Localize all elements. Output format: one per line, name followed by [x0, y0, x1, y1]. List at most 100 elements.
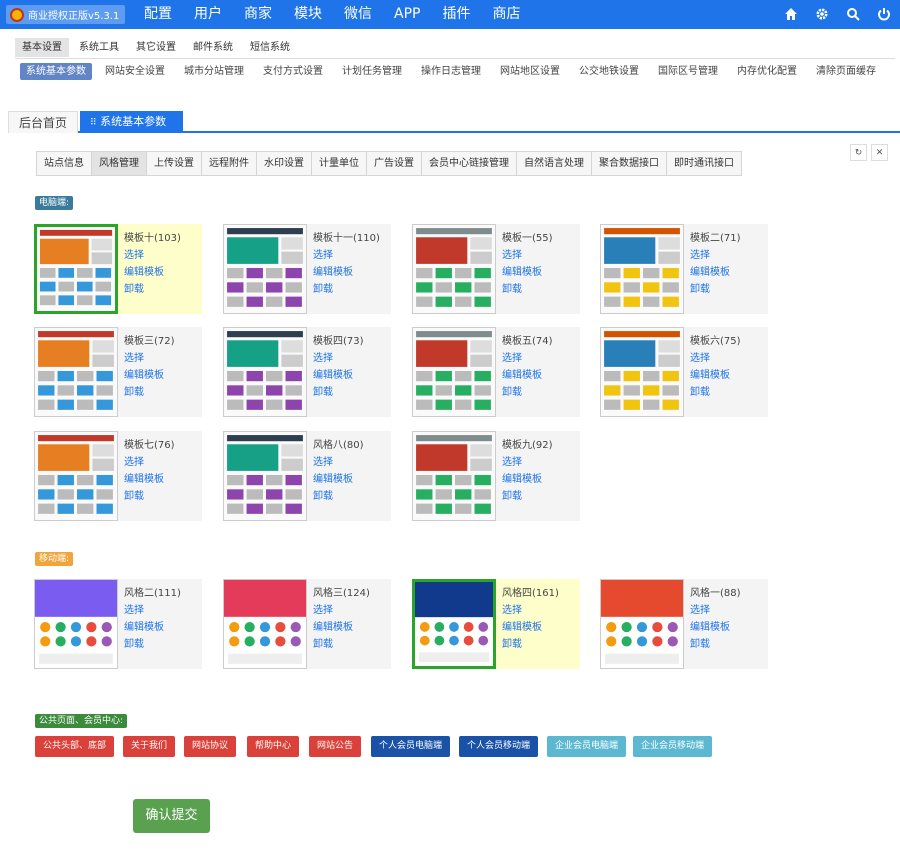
nav-users[interactable]: 用户 [194, 0, 222, 29]
pc-uninstall-link[interactable]: 卸载 [502, 383, 522, 398]
public-page-button[interactable]: 关于我们 [123, 736, 176, 757]
pc-select-link[interactable]: 选择 [690, 349, 710, 364]
close-icon[interactable]: × [96, 138, 105, 151]
submenu-clear-cache[interactable]: 清除页面缓存 [810, 63, 882, 80]
public-page-button[interactable]: 网站公告 [309, 736, 362, 757]
tab-units[interactable]: 计量单位 [312, 152, 367, 175]
menu-basic-settings[interactable]: 基本设置 [15, 38, 69, 57]
tab-ads[interactable]: 广告设置 [367, 152, 422, 175]
mobile-uninstall-link[interactable]: 卸载 [124, 635, 144, 650]
menu-system-tools[interactable]: 系统工具 [72, 38, 126, 57]
mobile-uninstall-link[interactable]: 卸载 [313, 635, 333, 650]
pc-template-thumbnail[interactable] [34, 327, 118, 417]
pc-template-thumbnail[interactable] [34, 224, 118, 314]
mobile-template-thumbnail[interactable] [412, 579, 496, 669]
mobile-select-link[interactable]: 选择 [124, 601, 144, 616]
submenu-transit[interactable]: 公交地铁设置 [573, 63, 645, 80]
pc-uninstall-link[interactable]: 卸载 [502, 280, 522, 295]
pc-template-thumbnail[interactable] [412, 327, 496, 417]
pc-edit-template-link[interactable]: 编辑模板 [313, 470, 353, 485]
pc-edit-template-link[interactable]: 编辑模板 [124, 470, 164, 485]
pc-uninstall-link[interactable]: 卸载 [124, 383, 144, 398]
pc-select-link[interactable]: 选择 [124, 349, 144, 364]
pc-select-link[interactable]: 选择 [502, 349, 522, 364]
pc-select-link[interactable]: 选择 [124, 246, 144, 261]
refresh-icon[interactable]: ↻ [850, 144, 867, 161]
search-icon[interactable] [845, 6, 861, 22]
submenu-area-codes[interactable]: 国际区号管理 [652, 63, 724, 80]
submenu-city-branches[interactable]: 城市分站管理 [178, 63, 250, 80]
gear-icon[interactable] [814, 6, 830, 22]
submenu-memory[interactable]: 内存优化配置 [731, 63, 803, 80]
pc-edit-template-link[interactable]: 编辑模板 [124, 263, 164, 278]
pc-select-link[interactable]: 选择 [502, 453, 522, 468]
nav-wechat[interactable]: 微信 [344, 0, 372, 29]
submenu-cron[interactable]: 计划任务管理 [336, 63, 408, 80]
pc-uninstall-link[interactable]: 卸载 [313, 383, 333, 398]
submenu-logs[interactable]: 操作日志管理 [415, 63, 487, 80]
mobile-template-thumbnail[interactable] [34, 579, 118, 669]
pc-edit-template-link[interactable]: 编辑模板 [124, 366, 164, 381]
pc-edit-template-link[interactable]: 编辑模板 [690, 366, 730, 381]
nav-merchants[interactable]: 商家 [244, 0, 272, 29]
public-page-button[interactable]: 帮助中心 [247, 736, 300, 757]
pc-select-link[interactable]: 选择 [690, 246, 710, 261]
pc-uninstall-link[interactable]: 卸载 [313, 280, 333, 295]
mobile-select-link[interactable]: 选择 [313, 601, 333, 616]
public-page-button[interactable]: 网站协议 [184, 736, 237, 757]
menu-sms-system[interactable]: 短信系统 [243, 38, 297, 57]
pc-edit-template-link[interactable]: 编辑模板 [502, 263, 542, 278]
mobile-edit-template-link[interactable]: 编辑模板 [124, 618, 164, 633]
submenu-regions[interactable]: 网站地区设置 [494, 63, 566, 80]
pc-template-thumbnail[interactable] [412, 224, 496, 314]
mobile-uninstall-link[interactable]: 卸载 [502, 635, 522, 650]
tab-data-api[interactable]: 聚合数据接口 [592, 152, 667, 175]
menu-other-settings[interactable]: 其它设置 [129, 38, 183, 57]
pc-uninstall-link[interactable]: 卸载 [690, 280, 710, 295]
submit-button[interactable]: 确认提交 [133, 799, 210, 833]
nav-modules[interactable]: 模块 [294, 0, 322, 29]
fullscreen-icon[interactable]: ✕ [871, 144, 888, 161]
pc-edit-template-link[interactable]: 编辑模板 [313, 366, 353, 381]
submenu-basic-params[interactable]: 系统基本参数 [20, 63, 92, 80]
nav-store[interactable]: 商店 [492, 0, 520, 29]
pc-template-thumbnail[interactable] [412, 431, 496, 521]
public-page-button[interactable]: 公共头部、底部 [35, 736, 115, 757]
pc-select-link[interactable]: 选择 [313, 453, 333, 468]
mobile-template-thumbnail[interactable] [600, 579, 684, 669]
mobile-uninstall-link[interactable]: 卸载 [690, 635, 710, 650]
app-badge[interactable]: 商业授权正版v5.3.1 [6, 5, 126, 24]
pc-edit-template-link[interactable]: 编辑模板 [690, 263, 730, 278]
mobile-edit-template-link[interactable]: 编辑模板 [313, 618, 353, 633]
public-page-button[interactable]: 企业会员移动端 [633, 736, 713, 757]
mobile-edit-template-link[interactable]: 编辑模板 [690, 618, 730, 633]
public-page-button[interactable]: 个人会员移动端 [459, 736, 539, 757]
nav-app[interactable]: APP [394, 0, 420, 29]
tab-home[interactable]: 后台首页 [8, 111, 78, 133]
power-icon[interactable] [876, 6, 892, 22]
nav-config[interactable]: 配置 [144, 0, 172, 29]
pc-select-link[interactable]: 选择 [313, 246, 333, 261]
pc-uninstall-link[interactable]: 卸载 [313, 487, 333, 502]
pc-template-thumbnail[interactable] [600, 224, 684, 314]
tab-remote-attach[interactable]: 远程附件 [202, 152, 257, 175]
tab-site-info[interactable]: 站点信息 [37, 152, 92, 175]
pc-edit-template-link[interactable]: 编辑模板 [313, 263, 353, 278]
mobile-template-thumbnail[interactable] [223, 579, 307, 669]
pc-template-thumbnail[interactable] [600, 327, 684, 417]
tab-current[interactable]: ⠿ 系统基本参数 × [80, 111, 183, 151]
mobile-select-link[interactable]: 选择 [690, 601, 710, 616]
public-page-button[interactable]: 企业会员电脑端 [547, 736, 627, 757]
pc-select-link[interactable]: 选择 [124, 453, 144, 468]
home-icon[interactable] [783, 6, 799, 22]
pc-uninstall-link[interactable]: 卸载 [124, 487, 144, 502]
tab-watermark[interactable]: 水印设置 [257, 152, 312, 175]
public-page-button[interactable]: 个人会员电脑端 [371, 736, 451, 757]
pc-template-thumbnail[interactable] [223, 431, 307, 521]
submenu-payment[interactable]: 支付方式设置 [257, 63, 329, 80]
tab-upload[interactable]: 上传设置 [147, 152, 202, 175]
pc-template-thumbnail[interactable] [223, 327, 307, 417]
tab-nlp[interactable]: 自然语言处理 [517, 152, 592, 175]
pc-uninstall-link[interactable]: 卸载 [502, 487, 522, 502]
pc-template-thumbnail[interactable] [223, 224, 307, 314]
